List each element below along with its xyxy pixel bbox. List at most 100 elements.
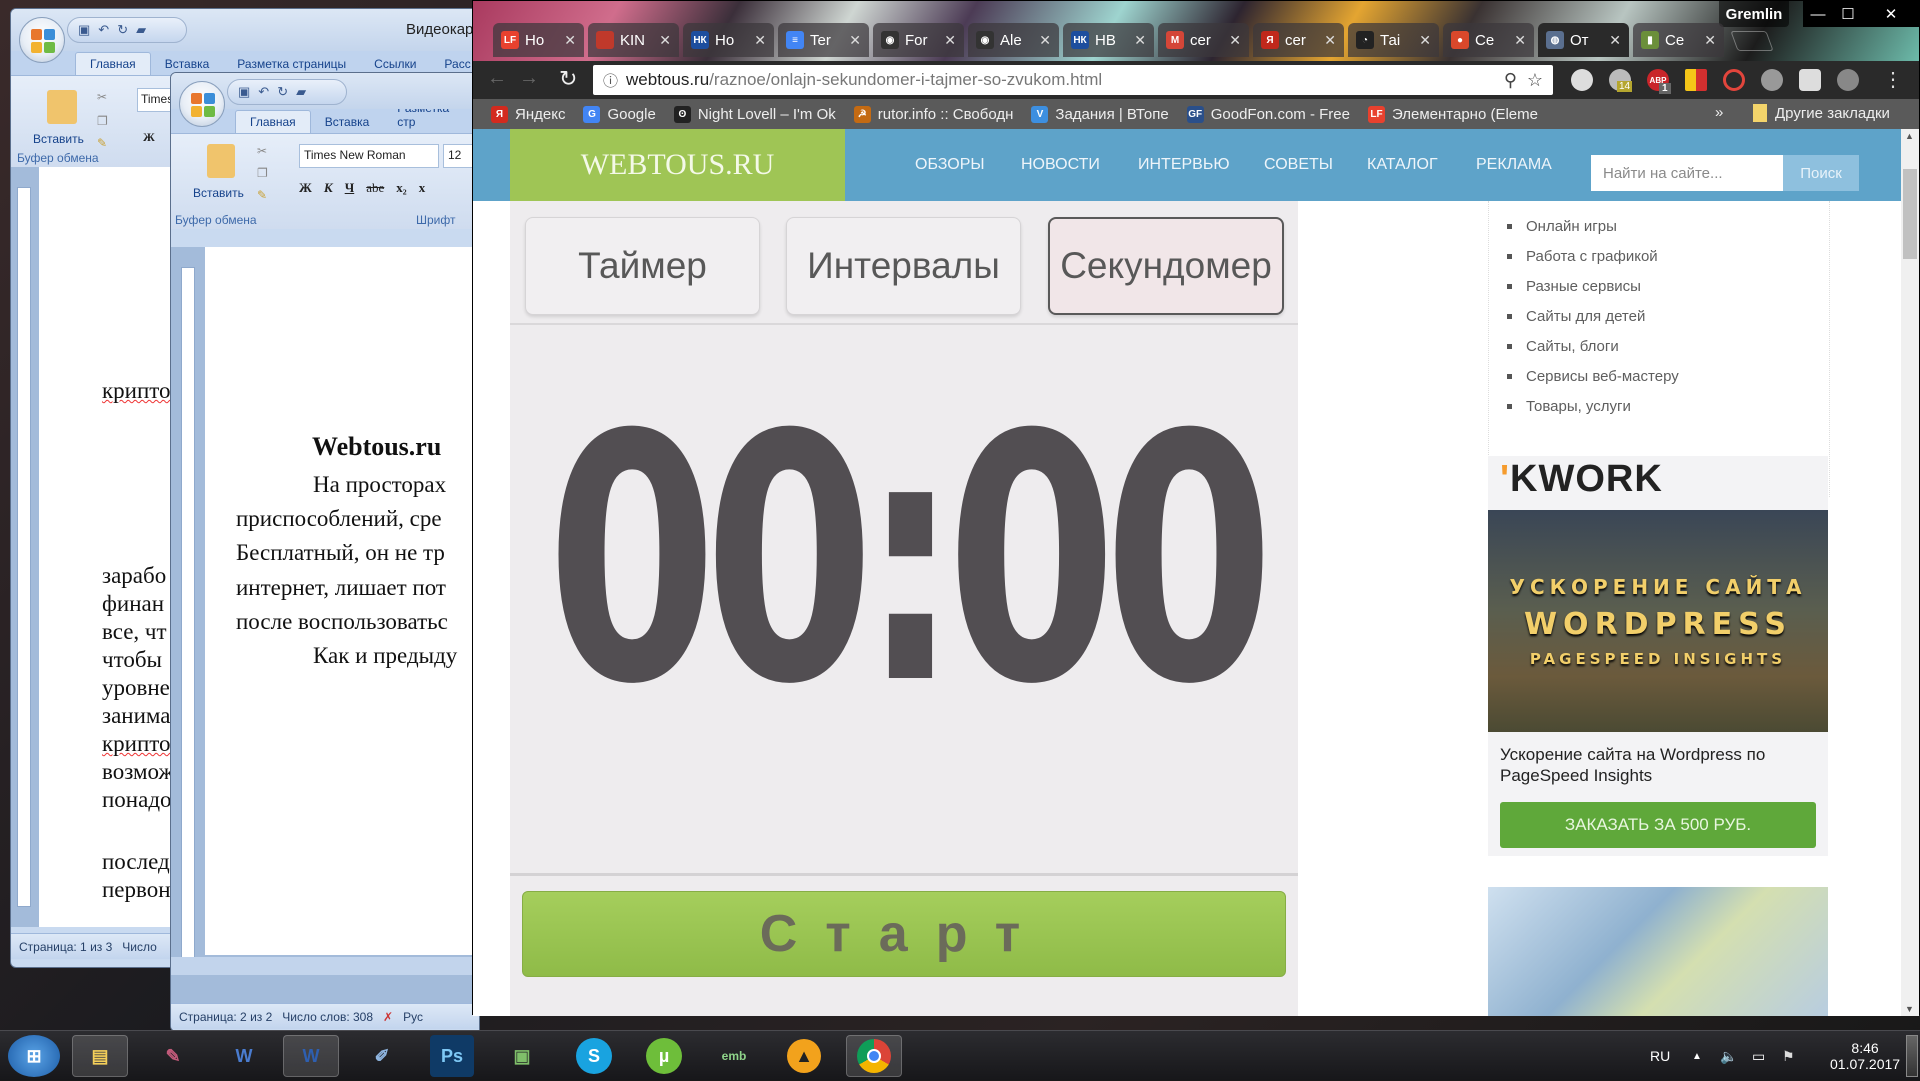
browser-tab[interactable]: ● Се ✕ [1443,23,1534,57]
clock[interactable]: 8:46 01.07.2017 [1830,1031,1900,1081]
paste-icon[interactable] [47,90,77,124]
taskbar-skype-icon[interactable]: S [566,1035,622,1077]
bookmarks-overflow-button[interactable]: » [1715,104,1723,121]
taskbar-utorrent-icon[interactable]: µ [636,1035,692,1077]
start-button[interactable]: ⊞ [8,1035,60,1077]
zoom-icon[interactable]: ⚲ [1504,70,1517,91]
paste-button[interactable]: Вставить [33,132,84,146]
address-bar[interactable]: ⓘ webtous.ru/raznoe/onlajn-sekundomer-i-… [593,65,1553,95]
extension-people-icon[interactable]: 14 [1609,69,1633,92]
mode-timer-button[interactable]: Таймер [525,217,760,315]
kwork-ad[interactable]: 'KWORK УСКОРЕНИЕ САЙТА WORDPRESS PAGESPE… [1488,456,1828,856]
bookmark-item[interactable]: G Google [583,105,656,123]
redo-icon[interactable]: ↻ [277,84,288,100]
category-link[interactable]: Сайты для детей [1489,301,1829,331]
browser-tab[interactable]: Mcer ✕ [1158,23,1249,57]
tab-close-icon[interactable]: ✕ [1514,32,1526,49]
nav-catalog[interactable]: КАТАЛОГ [1367,129,1438,201]
office-button[interactable] [179,81,225,127]
tab-close-icon[interactable]: ✕ [1039,32,1051,49]
nav-reviews[interactable]: ОБЗОРЫ [915,129,985,201]
extension-gear-icon[interactable] [1761,69,1783,91]
tab-close-icon[interactable]: ✕ [564,32,576,49]
category-link[interactable]: Разные сервисы [1489,271,1829,301]
extension-target-icon[interactable] [1723,69,1745,91]
minimize-button[interactable]: — [1803,1,1833,27]
category-link[interactable]: Сайты, блоги [1489,331,1829,361]
redo-icon[interactable]: ↻ [117,22,128,38]
ad-banner-image[interactable]: УСКОРЕНИЕ САЙТА WORDPRESS PAGESPEED INSI… [1488,510,1828,732]
tab-close-icon[interactable]: ✕ [1229,32,1241,49]
nav-news[interactable]: НОВОСТИ [1021,129,1100,201]
new-tab-button[interactable] [1730,31,1774,51]
page-scrollbar[interactable]: ▲ ▼ [1901,129,1919,1016]
horizontal-scrollbar[interactable] [171,957,479,975]
taskbar-paint-icon[interactable]: ✐ [354,1035,410,1077]
secondary-ad-image[interactable] [1488,887,1828,1016]
mode-stopwatch-button[interactable]: Секундомер [1048,217,1284,315]
cut-icon[interactable]: ✂ [97,90,107,104]
copy-icon[interactable]: ❐ [97,114,108,128]
office-button[interactable] [19,17,65,63]
maximize-button[interactable]: ☐ [1833,1,1863,27]
document-page[interactable] [205,247,479,955]
extension-globe-icon[interactable] [1571,69,1593,91]
chrome-menu-icon[interactable]: ⋮ [1883,67,1903,92]
adblock-icon[interactable]: ABP 1 [1647,69,1671,94]
bookmark-item[interactable]: ☭ rutor.info :: Свободн [853,105,1013,123]
category-link[interactable]: Сервисы веб-мастеру [1489,361,1829,391]
category-link[interactable]: Онлайн игры [1489,211,1829,241]
ad-title[interactable]: Ускорение сайта на Wordpress по PageSpee… [1500,744,1820,786]
browser-tab[interactable]: ≡ Ter ✕ [778,23,869,57]
taskbar-emb-icon[interactable]: emb [706,1035,762,1077]
taskbar-chrome-icon[interactable] [846,1035,902,1077]
tab-close-icon[interactable]: ✕ [1704,32,1716,49]
nav-interviews[interactable]: ИНТЕРВЬЮ [1138,129,1230,201]
browser-tab[interactable]: НК Но ✕ [683,23,774,57]
bookmark-star-icon[interactable]: ☆ [1527,70,1543,91]
tab-close-icon[interactable]: ✕ [944,32,956,49]
ad-order-button[interactable]: ЗАКАЗАТЬ ЗА 500 РУБ. [1500,802,1816,848]
taskbar-photoshop-icon[interactable]: Ps [430,1035,474,1077]
taskbar-word-active-icon[interactable]: W [283,1035,339,1077]
language-indicator[interactable]: Рус [403,1010,423,1024]
tab-close-icon[interactable]: ✕ [659,32,671,49]
scroll-down-icon[interactable]: ▼ [1905,1004,1914,1014]
save-icon[interactable]: ▣ [78,22,90,38]
italic-button[interactable]: К [324,180,333,196]
superscript-button[interactable]: x [419,180,426,196]
undo-icon[interactable]: ↶ [98,22,109,38]
nav-tips[interactable]: СОВЕТЫ [1264,129,1333,201]
word-titlebar[interactable]: ▣ ↶ ↻ ▰ Видеокар [11,9,489,51]
site-search-button[interactable]: Поиск [1783,155,1859,191]
bookmark-item[interactable]: V Задания | ВТопе [1031,105,1169,123]
category-link[interactable]: Работа с графикой [1489,241,1829,271]
font-name-box[interactable]: Times New Roman [299,144,439,168]
tab-close-icon[interactable]: ✕ [849,32,861,49]
taskbar-network-icon[interactable]: ▣ [494,1035,550,1077]
browser-tab[interactable]: НК НВ ✕ [1063,23,1154,57]
category-link[interactable]: Товары, услуги [1489,391,1829,421]
tab-close-icon[interactable]: ✕ [754,32,766,49]
paste-icon[interactable] [207,144,235,178]
taskbar-access-icon[interactable]: ✎ [145,1035,201,1077]
tab-close-icon[interactable]: ✕ [1419,32,1431,49]
start-button[interactable]: Старт [522,891,1286,977]
forward-button[interactable]: → [519,67,539,90]
network-icon[interactable]: ▭ [1752,1031,1765,1081]
taskbar-aimp-icon[interactable]: ▲ [776,1035,832,1077]
scroll-thumb[interactable] [1903,169,1917,259]
tab-home[interactable]: Главная [235,110,311,133]
bookmark-item[interactable]: GF GoodFon.com - Free [1186,105,1350,123]
browser-tab[interactable]: ▮ Се ✕ [1633,23,1724,57]
back-button[interactable]: ← [487,67,507,90]
strikethrough-button[interactable]: abe [366,180,384,196]
tab-home[interactable]: Главная [75,52,151,75]
bookmark-item[interactable]: ʘ Night Lovell – I'm Ok [673,105,836,123]
browser-tab[interactable]: ◍ От ✕ [1538,23,1629,57]
close-window-button[interactable]: ✕ [1863,1,1919,27]
cut-icon[interactable]: ✂ [257,144,267,158]
bookmark-item[interactable]: Я Яндекс [491,105,565,123]
format-painter-icon[interactable]: ✎ [97,136,107,150]
save-icon[interactable]: ▣ [238,84,250,100]
